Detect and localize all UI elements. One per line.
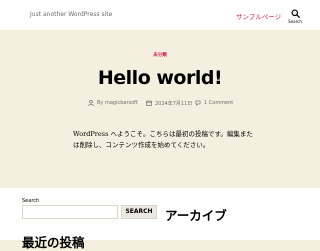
nav-link-sample-page[interactable]: サンプルページ (236, 11, 281, 21)
post-comments[interactable]: 1 Comment (195, 99, 233, 107)
post-comments-text: 1 Comment (204, 100, 234, 106)
site-tagline: Just another WordPress site (30, 11, 113, 18)
user-icon (88, 100, 94, 106)
recent-posts-heading: 最近の投稿 (22, 235, 85, 250)
post-date-text: 2024年7月11日 (155, 100, 193, 107)
calendar-icon (146, 100, 152, 106)
post-author-text: By magicbarsoft (97, 100, 138, 106)
site-header: Just another WordPress site サンプルページ Sear… (0, 0, 320, 30)
search-button[interactable]: SEARCH (121, 205, 157, 219)
search-icon (290, 9, 300, 18)
search-toggle-button[interactable]: Search (287, 9, 303, 27)
search-input[interactable] (22, 205, 118, 219)
post-date[interactable]: 2024年7月11日 (146, 99, 192, 107)
post-content: WordPress へようこそ。こちらは最初の投稿です。編集または削除し、コンテ… (73, 130, 253, 149)
archive-heading: アーカイブ (165, 208, 227, 223)
post-header: 未分類 Hello world! By magicbarsoft 2024年7月… (0, 30, 320, 120)
post-title[interactable]: Hello world! (0, 67, 320, 89)
search-label: Search (22, 198, 40, 204)
widgets-area: Search SEARCH アーカイブ 最近の投稿 (0, 188, 320, 250)
post-author[interactable]: By magicbarsoft (88, 99, 138, 107)
search-toggle-label: Search (288, 19, 302, 24)
category-link[interactable]: 未分類 (0, 52, 320, 58)
comment-icon (195, 100, 201, 106)
